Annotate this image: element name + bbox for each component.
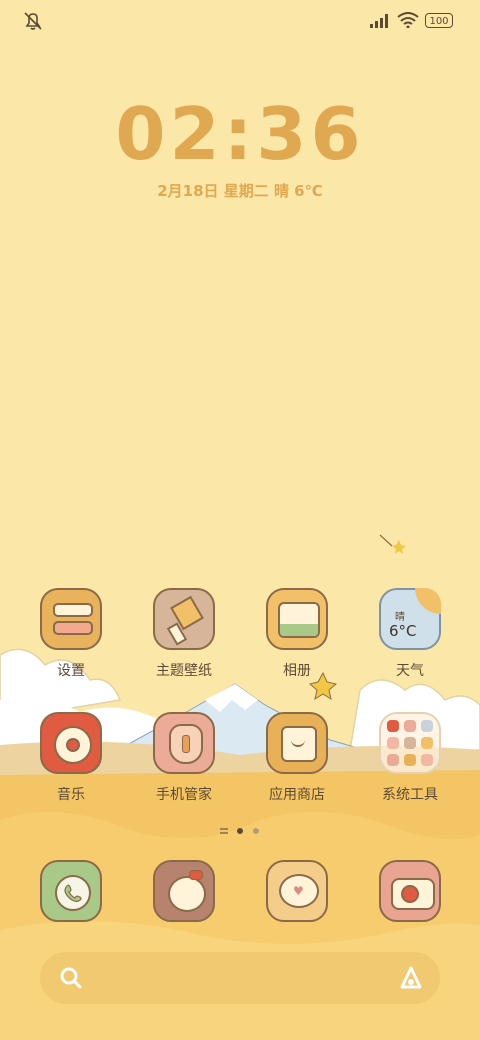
status-bar: 100 <box>0 0 480 44</box>
app-label: 天气 <box>396 663 424 679</box>
settings-icon <box>40 588 102 650</box>
app-settings[interactable]: 设置 <box>21 588 121 680</box>
camera-icon <box>379 860 441 922</box>
app-label: 手机管家 <box>156 787 212 803</box>
app-phone-manager[interactable]: 手机管家 <box>134 712 234 804</box>
wifi-icon <box>397 12 419 28</box>
app-label: 应用商店 <box>269 787 325 803</box>
weather-temp: 6°C <box>389 622 417 640</box>
app-label: 主题壁纸 <box>156 663 212 679</box>
assistant-icon[interactable] <box>398 965 424 991</box>
app-weather[interactable]: 晴 6°C 天气 <box>360 588 460 680</box>
app-label: 相册 <box>283 663 311 679</box>
battery-indicator: 100 <box>425 13 453 28</box>
app-label: 音乐 <box>57 787 85 803</box>
clock-date[interactable]: 2月18日 星期二 晴 6℃ <box>0 180 480 201</box>
app-label: 系统工具 <box>382 787 438 803</box>
signal-icon <box>370 14 388 28</box>
dock-messages[interactable]: ♥ <box>247 860 347 922</box>
appstore-icon <box>266 712 328 774</box>
clock-time[interactable]: 02:36 <box>0 92 480 176</box>
dock-contacts[interactable] <box>134 860 234 922</box>
app-store[interactable]: 应用商店 <box>247 712 347 804</box>
search-bar[interactable] <box>40 952 440 1004</box>
app-label: 设置 <box>57 663 85 679</box>
gallery-icon <box>266 588 328 650</box>
security-icon <box>153 712 215 774</box>
music-icon <box>40 712 102 774</box>
app-music[interactable]: 音乐 <box>21 712 121 804</box>
weather-icon: 晴 6°C <box>379 588 441 650</box>
dock-phone[interactable] <box>21 860 121 922</box>
phone-icon <box>40 860 102 922</box>
page-indicator[interactable] <box>214 826 266 836</box>
theme-icon <box>153 588 215 650</box>
app-theme[interactable]: 主题壁纸 <box>134 588 234 680</box>
dock-camera[interactable] <box>360 860 460 922</box>
folder-icon <box>379 712 441 774</box>
messages-icon: ♥ <box>266 860 328 922</box>
app-gallery[interactable]: 相册 <box>247 588 347 680</box>
app-folder-system-tools[interactable]: 系统工具 <box>360 712 460 804</box>
mute-icon <box>24 12 42 30</box>
weather-condition: 晴 <box>395 612 405 623</box>
search-icon[interactable] <box>58 965 84 991</box>
contacts-icon <box>153 860 215 922</box>
